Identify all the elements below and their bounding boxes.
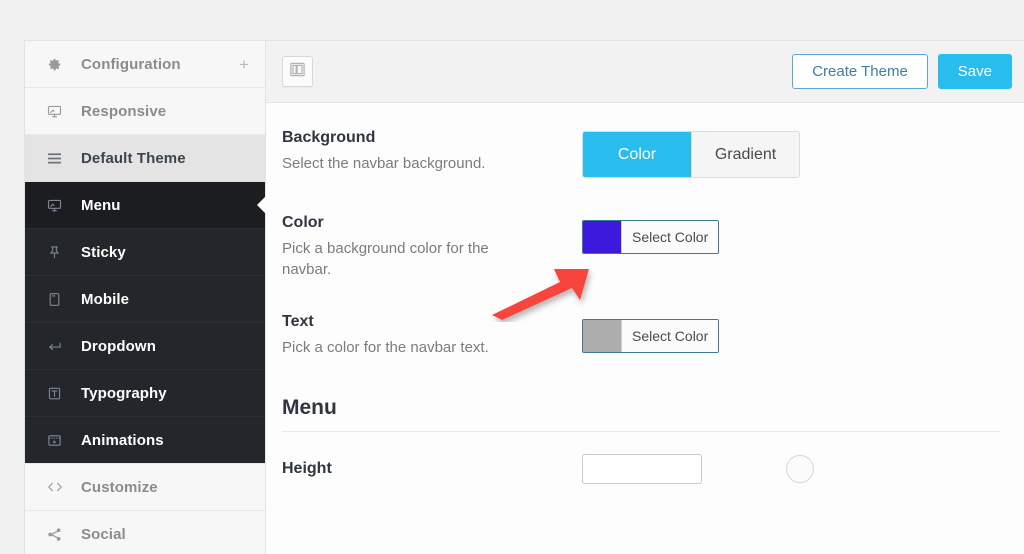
animation-icon [47, 433, 69, 448]
background-color-picker[interactable]: Select Color [582, 220, 720, 254]
monitor-icon [47, 104, 69, 119]
sidebar-item-customize[interactable]: Customize [25, 464, 265, 511]
text-select-color-button[interactable]: Select Color [621, 320, 719, 352]
menu-section-header: Menu [282, 358, 1000, 432]
sidebar-item-label: Menu [81, 196, 121, 214]
background-option-color[interactable]: Color [583, 132, 691, 177]
sidebar-item-default-theme[interactable]: Default Theme [25, 135, 265, 182]
sidebar-item-label: Typography [81, 384, 167, 402]
background-color-swatch[interactable] [583, 221, 621, 253]
setting-control-background: Color Gradient [582, 129, 1000, 178]
main-panel: Create Theme Save Background Select the … [266, 41, 1024, 554]
setting-row-background: Background Select the navbar background.… [282, 103, 1000, 178]
setting-text-text: Text Pick a color for the navbar text. [282, 313, 582, 358]
text-color-swatch[interactable] [583, 320, 621, 352]
setting-description: Pick a color for the navbar text. [282, 339, 489, 356]
setting-title: Height [282, 460, 332, 477]
setting-control-height [582, 454, 1000, 484]
setting-control-text: Select Color [582, 313, 1000, 357]
setting-title: Text [282, 313, 314, 330]
height-slider-knob[interactable] [786, 455, 814, 483]
screenshot-root: Configuration + Responsive Default Theme [0, 0, 1024, 554]
settings-content: Background Select the navbar background.… [266, 103, 1024, 554]
sidebar-item-label: Configuration [81, 55, 181, 73]
sidebar-item-responsive[interactable]: Responsive [25, 88, 265, 135]
setting-title: Color [282, 214, 324, 231]
setting-row-color: Color Pick a background color for the na… [282, 178, 1000, 280]
setting-text-color: Color Pick a background color for the na… [282, 214, 582, 280]
background-type-segmented-control[interactable]: Color Gradient [582, 131, 800, 178]
sidebar-item-configuration[interactable]: Configuration + [25, 41, 265, 88]
sidebar-item-typography[interactable]: Typography [25, 370, 265, 417]
height-input[interactable] [582, 454, 702, 484]
sidebar-item-sticky[interactable]: Sticky [25, 229, 265, 276]
background-option-gradient[interactable]: Gradient [691, 132, 799, 177]
sidebar-item-label: Mobile [81, 290, 130, 308]
setting-row-height: Height [282, 432, 1000, 484]
top-toolbar: Create Theme Save [266, 41, 1024, 103]
sidebar-item-dropdown[interactable]: Dropdown [25, 323, 265, 370]
gear-icon [47, 57, 69, 72]
sidebar-item-label: Animations [81, 431, 164, 449]
setting-description: Pick a background color for the navbar. [282, 240, 489, 278]
text-color-picker[interactable]: Select Color [582, 319, 720, 353]
setting-description: Select the navbar background. [282, 155, 486, 172]
hamburger-icon [47, 152, 69, 165]
create-theme-button[interactable]: Create Theme [792, 54, 928, 89]
sidebar-item-label: Customize [81, 478, 158, 496]
enter-arrow-icon [47, 339, 69, 354]
sidebar-item-label: Dropdown [81, 337, 156, 355]
setting-text-height: Height [282, 460, 582, 478]
plus-icon[interactable]: + [239, 56, 249, 73]
sidebar-item-label: Sticky [81, 243, 126, 261]
app-window: Configuration + Responsive Default Theme [24, 40, 1024, 554]
typography-icon [47, 386, 69, 401]
sidebar-item-label: Social [81, 525, 126, 543]
sidebar-item-animations[interactable]: Animations [25, 417, 265, 464]
save-button[interactable]: Save [937, 54, 1012, 89]
setting-control-color: Select Color [582, 214, 1000, 258]
sidebar-toggle-button[interactable] [282, 56, 313, 87]
pin-icon [47, 245, 69, 260]
setting-title: Background [282, 129, 376, 146]
sidebar: Configuration + Responsive Default Theme [25, 41, 266, 554]
sidebar-item-menu[interactable]: Menu [25, 182, 266, 229]
sidebar-toggle-icon [289, 61, 306, 83]
sidebar-item-label: Default Theme [81, 149, 186, 167]
code-icon [47, 480, 69, 494]
setting-row-text: Text Pick a color for the navbar text. S… [282, 280, 1000, 358]
sidebar-item-label: Responsive [81, 102, 167, 120]
sidebar-item-mobile[interactable]: Mobile [25, 276, 265, 323]
section-title: Menu [282, 396, 337, 419]
sidebar-item-social[interactable]: Social [25, 511, 265, 554]
share-icon [47, 527, 69, 542]
monitor-icon [47, 198, 69, 213]
setting-text-background: Background Select the navbar background. [282, 129, 582, 174]
background-select-color-button[interactable]: Select Color [621, 221, 719, 253]
mobile-icon [47, 292, 69, 307]
